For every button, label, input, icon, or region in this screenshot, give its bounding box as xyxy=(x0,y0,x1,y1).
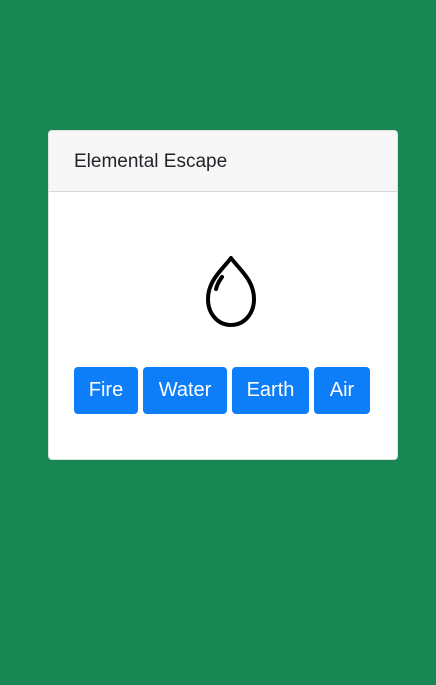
water-drop-icon xyxy=(199,254,263,330)
fire-button[interactable]: Fire xyxy=(74,367,138,414)
air-button[interactable]: Air xyxy=(314,367,370,414)
earth-button[interactable]: Earth xyxy=(232,367,309,414)
card-body: Fire Water Earth Air xyxy=(49,192,397,459)
water-button[interactable]: Water xyxy=(143,367,227,414)
game-card: Elemental Escape Fire Water Earth Air xyxy=(48,130,398,460)
element-buttons: Fire Water Earth Air xyxy=(74,367,370,414)
card-header: Elemental Escape xyxy=(49,131,397,192)
game-title: Elemental Escape xyxy=(74,151,228,172)
